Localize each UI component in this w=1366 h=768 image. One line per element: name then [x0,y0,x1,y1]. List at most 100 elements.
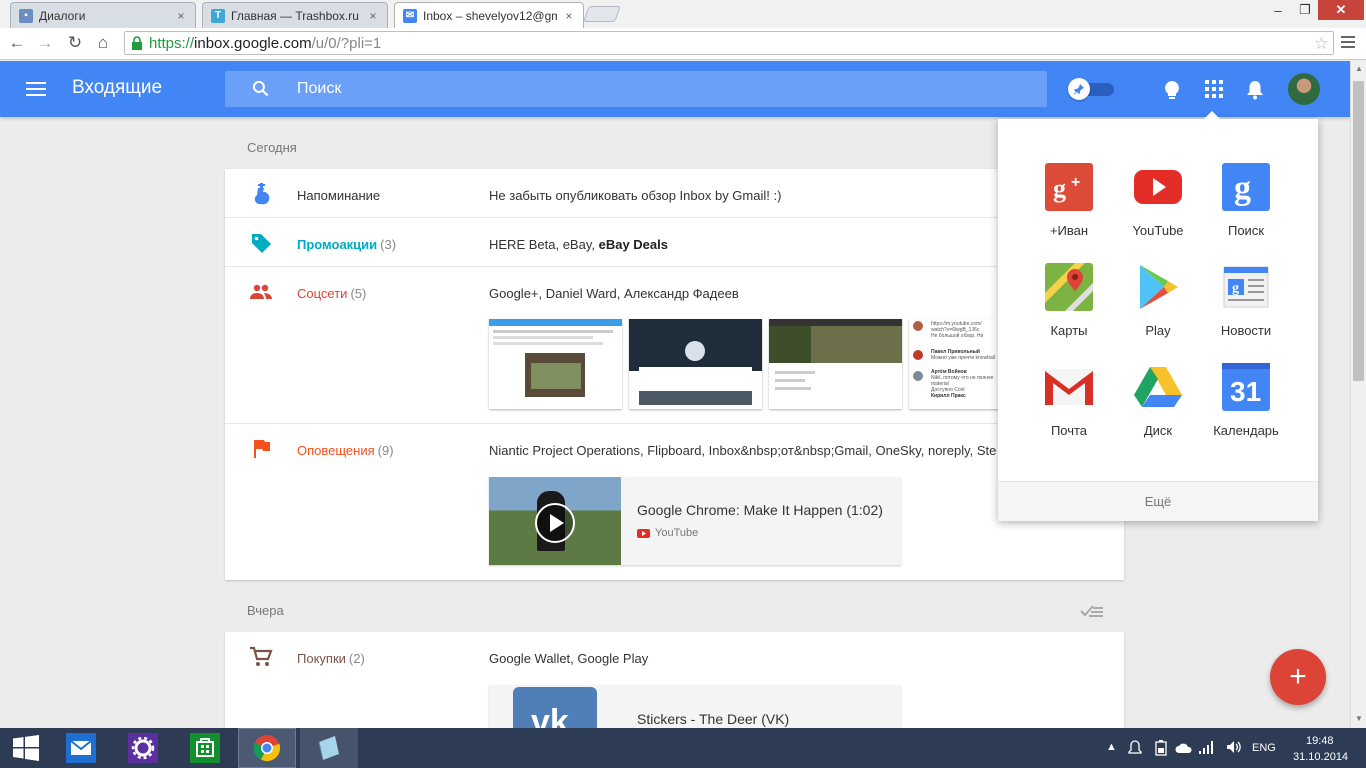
scroll-down-icon[interactable]: ▼ [1354,714,1364,724]
browser-toolbar: ← → ↻ ⌂ https://inbox.google.com/u/0/?pl… [0,28,1366,60]
section-today-label: Сегодня [247,140,297,155]
app-news[interactable]: g Новости [1201,263,1291,353]
inbox-icon: ✉ [403,8,417,23]
bundle-summary: Не забыть опубликовать обзор Inbox by Gm… [489,188,782,203]
maximize-button[interactable]: ❐ [1292,0,1318,20]
clock-date[interactable]: 31.10.2014 [1293,751,1348,763]
app-maps[interactable]: Карты [1024,263,1114,353]
bookmark-star-icon[interactable]: ☆ [1314,34,1329,54]
chrome-taskbar-icon[interactable] [238,728,296,768]
list-item[interactable]: Покупки (2) Google Wallet, Google Play vk… [225,632,1124,745]
app-gmail[interactable]: Почта [1024,363,1114,453]
calendar-icon: 31 [1222,363,1270,411]
tab-close-icon[interactable]: × [367,9,379,23]
search-input[interactable] [297,71,997,107]
calendar-day: 31 [1230,376,1261,407]
close-window-button[interactable]: ✕ [1318,0,1364,20]
app-calendar[interactable]: 31 Календарь [1201,363,1291,453]
clock-time[interactable]: 19:48 [1306,735,1334,747]
social-preview-thumbnail[interactable]: https://m.youtube.com/ watch?v=6lwgB_1J6… [909,319,999,409]
page-scrollbar[interactable]: ▲ ▼ [1350,61,1366,728]
pinned-toggle[interactable] [1068,78,1114,100]
mail-app-icon[interactable] [60,728,102,768]
browser-menu-icon[interactable] [1340,34,1356,50]
app-label: Play [1145,323,1171,338]
list-item[interactable]: Напоминание Не забыть опубликовать обзор… [225,169,1124,218]
tab-label: Inbox – shevelyov12@gma [423,8,557,23]
search-bar[interactable] [225,71,1047,107]
volume-icon[interactable] [1226,740,1242,754]
social-preview-thumbnail[interactable] [489,319,622,409]
apps-more-button[interactable]: Ещё [998,481,1318,521]
reminders-bulb-icon[interactable] [1163,80,1181,100]
back-icon[interactable]: ← [6,32,28,54]
minimize-button[interactable]: – [1264,0,1292,20]
scroll-up-icon[interactable]: ▲ [1354,64,1364,74]
tray-notification-icon[interactable] [1128,740,1142,756]
bundle-title: Напоминание [297,188,381,203]
network-signal-icon[interactable] [1199,740,1215,754]
settings-app-icon[interactable] [122,728,164,768]
list-item[interactable]: Оповещения (9) Niantic Project Operations… [225,424,1124,580]
bundle-title: Соцсети (5) [297,286,367,301]
svg-text:g: g [1053,174,1066,203]
bundle-title: Покупки (2) [297,651,365,666]
list-item[interactable]: Соцсети (5) Google+, Daniel Ward, Алексан… [225,267,1124,424]
bundle-title: Оповещения (9) [297,443,394,458]
bundle-summary: Google Wallet, Google Play [489,651,649,666]
video-thumbnail [489,477,621,565]
address-bar[interactable]: https://inbox.google.com/u/0/?pli=1 ☆ [124,31,1334,55]
list-item[interactable]: Промоакции (3) HERE Beta, eBay, eBay Deal… [225,218,1124,267]
google-plus-icon: g + [1045,163,1093,211]
tab-dialogs[interactable]: ▪ Диалоги × [10,2,196,28]
forward-icon[interactable]: → [34,32,56,54]
tab-inbox[interactable]: ✉ Inbox – shevelyov12@gma × [394,2,584,28]
battery-icon[interactable] [1155,740,1167,756]
new-tab-button[interactable] [583,6,621,22]
avatar[interactable] [1288,73,1320,105]
tag-icon [252,234,271,253]
app-label: Диск [1143,423,1173,438]
social-preview-thumbnail[interactable] [769,319,902,409]
bundle-title: Промоакции (3) [297,237,397,252]
app-drive[interactable]: Диск [1113,363,1203,453]
mark-all-done-icon[interactable] [1080,604,1104,618]
app-label: YouTube [1132,223,1184,238]
play-store-icon [1140,265,1178,309]
app-play[interactable]: Play [1113,263,1203,353]
onedrive-cloud-icon[interactable] [1175,742,1193,754]
app-label: Календарь [1213,423,1279,438]
app-label: Карты [1050,323,1088,338]
notepad-taskbar-icon[interactable] [300,728,358,768]
video-preview-card[interactable]: Google Chrome: Make It Happen (1:02) You… [489,477,901,565]
bundle-summary: Niantic Project Operations, Flipboard, I… [489,443,997,458]
app-search[interactable]: g Поиск [1201,163,1291,253]
tab-close-icon[interactable]: × [563,9,575,23]
windows-start-icon[interactable] [6,728,46,768]
bundle-summary: Google+, Daniel Ward, Александр Фадеев [489,286,739,301]
svg-text:+: + [1071,174,1080,191]
google-search-icon: g [1222,163,1270,211]
url-host: inbox.google.com [194,34,312,52]
scrollbar-thumb[interactable] [1353,81,1364,381]
tab-close-icon[interactable]: × [175,9,187,23]
apps-grid-icon[interactable] [1205,80,1223,98]
svg-text:g: g [1234,170,1251,207]
gmail-icon [1045,369,1093,405]
today-card: Напоминание Не забыть опубликовать обзор… [225,169,1124,580]
language-indicator[interactable]: ENG [1252,742,1276,754]
app-youtube[interactable]: YouTube [1113,163,1203,253]
tray-overflow-icon[interactable]: ▲ [1106,741,1117,753]
app-google-plus[interactable]: g + +Иван [1024,163,1114,253]
hamburger-menu-icon[interactable] [26,82,46,96]
social-preview-thumbnail[interactable] [629,319,762,409]
tab-trashbox[interactable]: T Главная — Trashbox.ru × [202,2,388,28]
store-app-icon[interactable] [184,728,226,768]
app-label: +Иван [1049,223,1089,238]
notifications-bell-icon[interactable] [1246,79,1264,100]
lock-icon [131,36,145,50]
reload-icon[interactable]: ↻ [64,32,86,54]
tab-label: Диалоги [39,8,86,23]
compose-button[interactable]: + [1270,649,1326,705]
home-icon[interactable]: ⌂ [92,32,114,54]
